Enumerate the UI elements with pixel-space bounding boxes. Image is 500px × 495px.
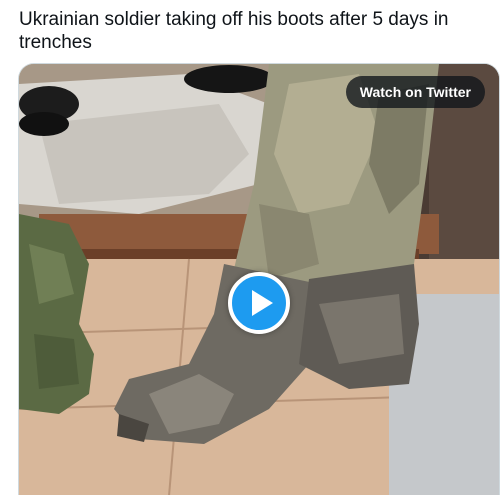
- play-icon: [252, 290, 273, 316]
- play-button[interactable]: [228, 272, 290, 334]
- video-player[interactable]: Watch on Twitter: [18, 63, 500, 495]
- watch-on-twitter-button[interactable]: Watch on Twitter: [345, 76, 485, 108]
- tweet-text: Ukrainian soldier taking off his boots a…: [19, 9, 449, 53]
